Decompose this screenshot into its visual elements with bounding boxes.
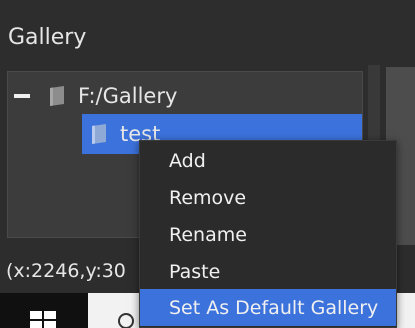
menu-item-rename[interactable]: Rename	[140, 216, 396, 253]
tree-item-label: F:/Gallery	[78, 84, 178, 108]
menu-item-remove[interactable]: Remove	[140, 179, 396, 216]
gallery-window: Gallery F:/Gallery test (x:2246,y:30 Add…	[0, 0, 415, 328]
collapse-icon[interactable]	[14, 94, 30, 98]
folder-icon	[92, 124, 106, 144]
menu-item-add[interactable]: Add	[140, 142, 396, 179]
panel-title: Gallery	[8, 25, 87, 50]
search-icon	[118, 313, 134, 328]
cursor-coordinates: (x:2246,y:30	[6, 260, 126, 282]
folder-icon	[50, 86, 64, 106]
tree-item-root[interactable]: F:/Gallery	[14, 78, 177, 114]
context-menu: Add Remove Rename Paste Set As Default G…	[139, 140, 397, 328]
windows-icon[interactable]	[30, 311, 56, 328]
menu-item-set-default-gallery[interactable]: Set As Default Gallery	[140, 289, 396, 326]
menu-item-paste[interactable]: Paste	[140, 253, 396, 290]
